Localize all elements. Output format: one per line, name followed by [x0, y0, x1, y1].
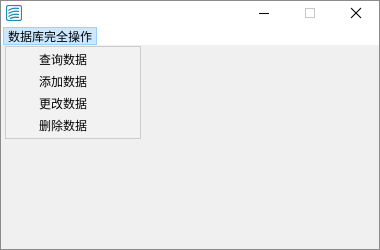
menu-item-add-data[interactable]: 添加数据 [6, 71, 140, 93]
title-bar[interactable] [1, 1, 379, 27]
menu-item-update-data[interactable]: 更改数据 [6, 93, 140, 115]
menu-item-label: 查询数据 [39, 53, 88, 67]
menu-database-operations[interactable]: 数据库完全操作 [3, 27, 98, 45]
menu-bar: 数据库完全操作 [1, 27, 379, 45]
menu-label: 数据库完全操作 [8, 30, 93, 44]
close-button[interactable] [333, 1, 379, 27]
minimize-icon [258, 7, 270, 22]
menu-item-delete-data[interactable]: 删除数据 [6, 115, 140, 137]
menu-item-query-data[interactable]: 查询数据 [6, 49, 140, 71]
app-window: 数据库完全操作 查询数据 添加数据 更改数据 删除数据 [0, 0, 380, 250]
dropdown-menu: 查询数据 添加数据 更改数据 删除数据 [5, 46, 141, 139]
minimize-button[interactable] [241, 1, 287, 27]
close-icon [350, 7, 362, 22]
menu-item-label: 添加数据 [39, 75, 88, 89]
menu-item-label: 更改数据 [39, 97, 88, 111]
app-logo-icon [5, 4, 23, 22]
maximize-button[interactable] [287, 1, 333, 27]
menu-item-label: 删除数据 [39, 119, 88, 133]
maximize-icon [304, 7, 316, 22]
